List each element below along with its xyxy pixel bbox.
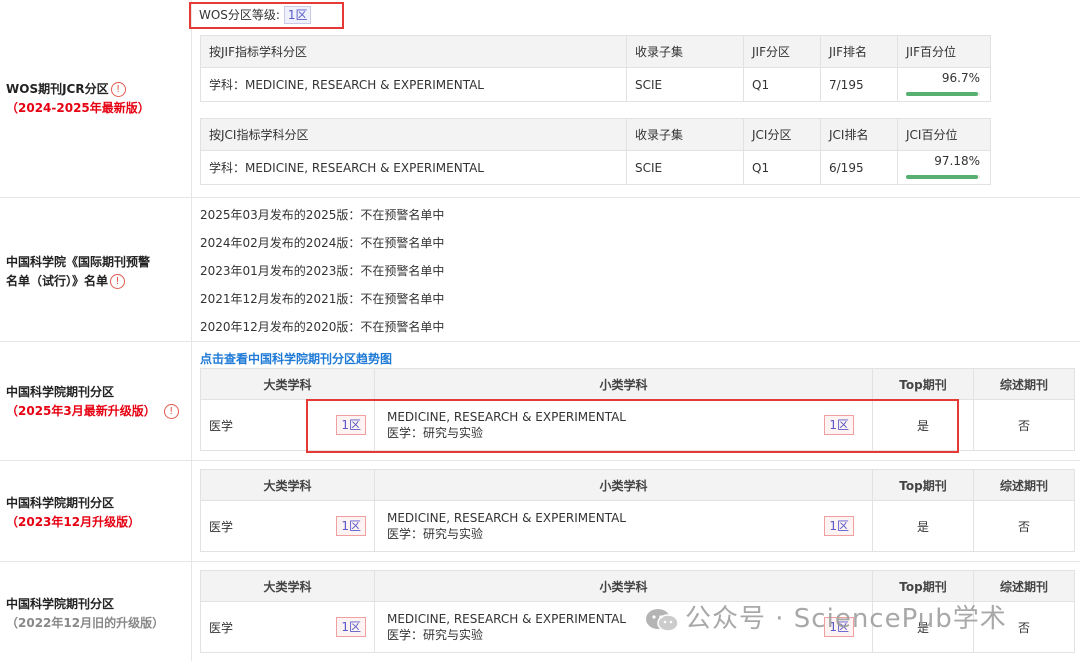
cas-major: 医学 <box>209 620 234 635</box>
cas-header-review: 综述期刊 <box>973 368 1075 400</box>
cas-header-major: 大类学科 <box>200 368 375 400</box>
jif-header-rank: JIF排名 <box>820 35 898 68</box>
jif-header-row: 按JIF指标学科分区 收录子集 JIF分区 JIF排名 JIF百分位 <box>200 35 991 68</box>
wechat-icon <box>645 608 679 632</box>
cas-major-zone-badge: 1区 <box>336 617 366 637</box>
cas-label: 中国科学院期刊分区 （2022年12月旧的升级版） <box>6 595 164 633</box>
info-icon[interactable]: ! <box>110 274 126 289</box>
cas-edition: （2022年12月旧的升级版） <box>6 616 165 630</box>
cas-table-2023: 大类学科 小类学科 Top期刊 综述期刊 医学 1区 MEDICINE, RES… <box>200 469 1075 552</box>
list-item: 2020年12月发布的2020版：不在预警名单中 <box>200 320 445 334</box>
jci-table: 按JCI指标学科分区 收录子集 JCI分区 JCI排名 JCI百分位 学科：ME… <box>200 118 991 185</box>
highlight-box-cas-row <box>306 399 959 453</box>
warning-section: 中国科学院《国际期刊预警 名单（试行）》名单! 2025年03月发布的2025版… <box>0 198 1080 342</box>
info-icon[interactable]: ! <box>163 404 179 419</box>
cas-label-cell: 中国科学院期刊分区 （2023年12月升级版） <box>0 461 192 561</box>
list-item: 2021年12月发布的2021版：不在预警名单中 <box>200 292 445 306</box>
jci-percentile-cell: 97.18% <box>897 150 991 185</box>
jif-subject: 学科：MEDICINE, RESEARCH & EXPERIMENTAL <box>200 67 627 102</box>
jci-header-subject: 按JCI指标学科分区 <box>200 118 627 151</box>
watermark-text: 公众号 · SciencePub学术 <box>685 604 1007 634</box>
jif-percentile-cell: 96.7% <box>897 67 991 102</box>
jci-header-percentile: JCI百分位 <box>897 118 991 151</box>
cas-minor-en: MEDICINE, RESEARCH & EXPERIMENTAL <box>387 510 626 525</box>
cas-review: 否 <box>973 500 1075 552</box>
cas-header-minor: 小类学科 <box>374 368 873 400</box>
jif-header-percentile: JIF百分位 <box>897 35 991 68</box>
warning-title-line2: 名单（试行）》名单 <box>6 274 109 288</box>
jif-percentile-bar <box>906 92 980 96</box>
cas-header-major: 大类学科 <box>200 570 375 602</box>
cas-major: 医学 <box>209 418 234 433</box>
cas-title: 中国科学院期刊分区 <box>6 597 115 611</box>
jci-subject: 学科：MEDICINE, RESEARCH & EXPERIMENTAL <box>200 150 627 185</box>
cas-label: 中国科学院期刊分区 （2023年12月升级版） <box>6 494 140 532</box>
cas-top: 是 <box>872 500 974 552</box>
jif-table: 按JIF指标学科分区 收录子集 JIF分区 JIF排名 JIF百分位 学科：ME… <box>200 35 991 102</box>
list-item: 2025年03月发布的2025版：不在预警名单中 <box>200 208 445 222</box>
cas-trend-link[interactable]: 点击查看中国科学院期刊分区趋势图 <box>200 350 392 367</box>
cas-header-minor: 小类学科 <box>374 570 873 602</box>
cas-major: 医学 <box>209 519 234 534</box>
jif-percentile-fill <box>906 92 978 96</box>
jci-percentile-bar <box>906 175 980 179</box>
info-icon[interactable]: ! <box>110 82 126 97</box>
cas-header-row: 大类学科 小类学科 Top期刊 综述期刊 <box>200 368 1075 400</box>
cas-header-minor: 小类学科 <box>374 469 873 501</box>
cas-major-zone-badge: 1区 <box>336 516 366 536</box>
jci-percentile: 97.18% <box>934 154 980 168</box>
jif-header-quartile: JIF分区 <box>743 35 821 68</box>
cas-edition: （2023年12月升级版） <box>6 515 141 529</box>
cas-review: 否 <box>973 399 1075 451</box>
cas-label-cell: 中国科学院期刊分区 （2025年3月最新升级版）! <box>0 342 192 460</box>
wos-jcr-title: WOS期刊JCR分区 <box>6 82 109 96</box>
cas-header-row: 大类学科 小类学科 Top期刊 综述期刊 <box>200 469 1075 501</box>
jif-header-subset: 收录子集 <box>626 35 744 68</box>
warning-title-line1: 中国科学院《国际期刊预警 <box>6 255 151 269</box>
watermark: 公众号 · SciencePub学术 <box>645 598 1007 635</box>
table-row: 学科：MEDICINE, RESEARCH & EXPERIMENTAL SCI… <box>200 67 991 102</box>
table-row: 医学 1区 MEDICINE, RESEARCH & EXPERIMENTAL … <box>200 500 1075 552</box>
cas-minor-cn: 医学：研究与实验 <box>387 526 484 541</box>
table-row: 学科：MEDICINE, RESEARCH & EXPERIMENTAL SCI… <box>200 150 991 185</box>
jci-header-quartile: JCI分区 <box>743 118 821 151</box>
wos-jcr-section: WOS期刊JCR分区! （2024-2025年最新版） WOS分区等级: 1区 … <box>0 0 1080 198</box>
wos-jcr-label: WOS期刊JCR分区! （2024-2025年最新版） <box>6 80 150 118</box>
jif-header-subject: 按JIF指标学科分区 <box>200 35 627 68</box>
jci-percentile-fill <box>906 175 978 179</box>
wos-jcr-edition: （2024-2025年最新版） <box>6 101 150 115</box>
cas-header-top: Top期刊 <box>872 368 974 400</box>
jif-rank: 7/195 <box>820 67 898 102</box>
cas-edition: （2025年3月最新升级版） <box>6 404 156 418</box>
jci-rank: 6/195 <box>820 150 898 185</box>
cas-major-cell: 医学 1区 <box>200 601 375 653</box>
jci-header-row: 按JCI指标学科分区 收录子集 JCI分区 JCI排名 JCI百分位 <box>200 118 991 151</box>
jci-header-subset: 收录子集 <box>626 118 744 151</box>
cas-label: 中国科学院期刊分区 （2025年3月最新升级版）! <box>6 383 179 421</box>
jif-percentile: 96.7% <box>941 71 980 85</box>
cas-header-review: 综述期刊 <box>973 469 1075 501</box>
jci-subset: SCIE <box>626 150 744 185</box>
highlight-box-wos-grade <box>189 2 344 29</box>
warning-label: 中国科学院《国际期刊预警 名单（试行）》名单! <box>6 253 150 291</box>
cas-title: 中国科学院期刊分区 <box>6 496 115 510</box>
cas-label-cell: 中国科学院期刊分区 （2022年12月旧的升级版） <box>0 562 192 661</box>
cas-header-review: 综述期刊 <box>973 570 1075 602</box>
wos-jcr-label-cell: WOS期刊JCR分区! （2024-2025年最新版） <box>0 0 192 197</box>
cas-minor-cell: MEDICINE, RESEARCH & EXPERIMENTAL 医学：研究与… <box>374 500 873 552</box>
warning-label-cell: 中国科学院《国际期刊预警 名单（试行）》名单! <box>0 198 192 341</box>
cas-header-major: 大类学科 <box>200 469 375 501</box>
cas-major-cell: 医学 1区 <box>200 500 375 552</box>
cas-header-top: Top期刊 <box>872 570 974 602</box>
cas-header-top: Top期刊 <box>872 469 974 501</box>
cas-header-row: 大类学科 小类学科 Top期刊 综述期刊 <box>200 570 1075 602</box>
cas-title: 中国科学院期刊分区 <box>6 385 115 399</box>
list-item: 2023年01月发布的2023版：不在预警名单中 <box>200 264 445 278</box>
list-item: 2024年02月发布的2024版：不在预警名单中 <box>200 236 445 250</box>
jif-quartile: Q1 <box>743 67 821 102</box>
jci-quartile: Q1 <box>743 150 821 185</box>
jci-header-rank: JCI排名 <box>820 118 898 151</box>
cas-minor-zone-badge: 1区 <box>824 516 854 536</box>
jif-subset: SCIE <box>626 67 744 102</box>
